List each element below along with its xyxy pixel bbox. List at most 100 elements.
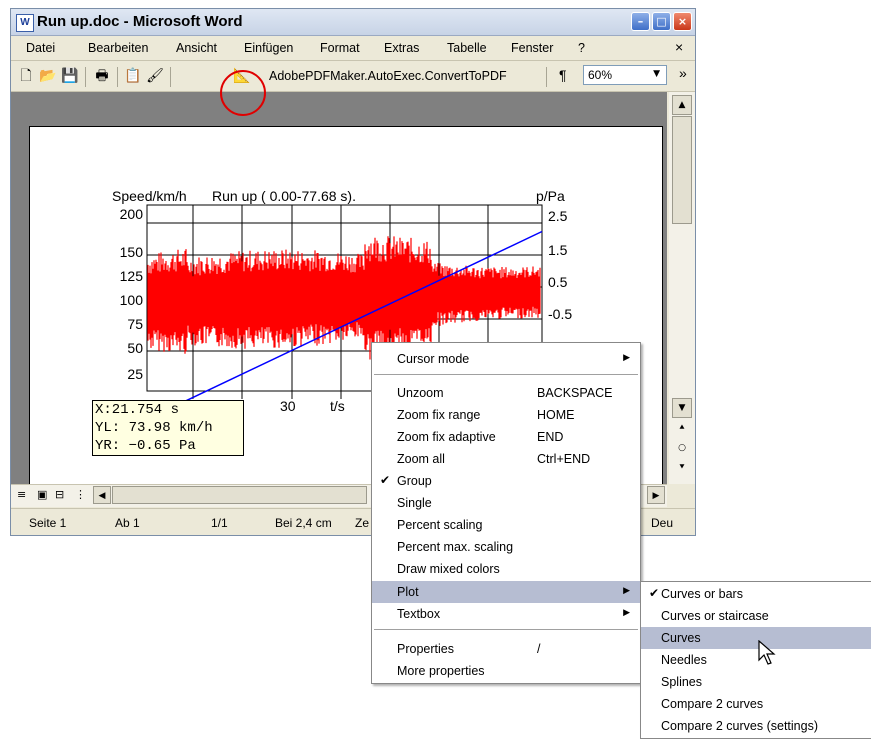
menu-item-label: Group (397, 474, 432, 488)
left-tick-label: 150 (120, 244, 144, 260)
web-view-icon[interactable]: ▣ (37, 488, 47, 501)
left-tick-label: 50 (127, 340, 143, 356)
highlight-circle (220, 70, 266, 116)
browse-object-button[interactable]: ○ (672, 439, 692, 459)
menu-item-plot[interactable]: Plot ▶ (372, 581, 640, 603)
toolbar-overflow-button[interactable]: » (679, 65, 687, 81)
print-view-icon[interactable]: ⊟ (55, 488, 64, 501)
menu-item-label: Zoom fix range (397, 408, 481, 422)
menu-einfuegen[interactable]: Einfügen (244, 41, 293, 55)
menu-item-zoom-fix-adaptive[interactable]: Zoom fix adaptive END (372, 426, 640, 448)
chart-title: Run up ( 0.00-77.68 s). (212, 188, 356, 204)
menu-help[interactable]: ? (578, 41, 585, 55)
checkmark-icon: ✔ (380, 473, 391, 487)
menu-item-zoom-fix-range[interactable]: Zoom fix range HOME (372, 404, 640, 426)
menu-separator (374, 629, 638, 630)
menu-tabelle[interactable]: Tabelle (447, 41, 487, 55)
status-language: Deu (651, 516, 674, 530)
left-tick-label: 200 (120, 206, 144, 222)
macro-button[interactable]: AdobePDFMaker.AutoExec.ConvertToPDF (269, 69, 507, 83)
checkmark-icon: ✔ (649, 586, 660, 600)
toolbar-separator (170, 67, 171, 87)
submenu-item-label: Curves or bars (661, 587, 743, 601)
toolbar-separator (117, 67, 118, 87)
new-document-icon[interactable]: 🗋 (17, 67, 35, 85)
menu-item-label: Zoom all (397, 452, 445, 466)
menu-item-label: Zoom fix adaptive (397, 430, 496, 444)
menu-item-properties[interactable]: Properties / (372, 638, 640, 660)
menu-ansicht[interactable]: Ansicht (176, 41, 217, 55)
print-icon[interactable]: 🖶 (93, 67, 111, 85)
format-painter-icon[interactable]: 🖌 (146, 67, 164, 85)
left-tick-label: 25 (127, 366, 143, 382)
submenu-item-curves[interactable]: Curves (641, 627, 871, 649)
open-folder-icon[interactable]: 📂 (39, 67, 57, 85)
status-section: Ab 1 (115, 516, 140, 530)
submenu-item-curves-or-staircase[interactable]: Curves or staircase (641, 605, 871, 627)
menu-item-zoom-all[interactable]: Zoom all Ctrl+END (372, 448, 640, 470)
zoom-select[interactable]: 60% ▼ (583, 65, 667, 85)
zoom-value: 60% (588, 68, 613, 82)
menu-extras[interactable]: Extras (384, 41, 419, 55)
menu-item-draw-mixed-colors[interactable]: Draw mixed colors (372, 558, 640, 580)
menu-item-shortcut: HOME (537, 408, 575, 422)
vertical-scrollbar[interactable]: ▲ ▼ ⯅ ○ ⯆ (669, 92, 695, 484)
context-menu: Cursor mode ▶ Unzoom BACKSPACE Zoom fix rang… (371, 342, 641, 684)
menu-bearbeiten[interactable]: Bearbeiten (88, 41, 148, 55)
menu-item-label: Textbox (397, 607, 441, 621)
toolbar-separator (85, 67, 86, 87)
scroll-down-button[interactable]: ▼ (672, 398, 692, 418)
menu-item-percent-scaling[interactable]: Percent scaling (372, 514, 640, 536)
right-tick-label: 0.5 (548, 274, 568, 290)
left-tick-label: 100 (120, 292, 144, 308)
outline-view-icon[interactable]: ⋮ (75, 488, 86, 501)
menu-item-cursor-mode[interactable]: Cursor mode ▶ (372, 348, 640, 370)
right-tick-label: 1.5 (548, 242, 568, 258)
readout-yl: YL: 73.98 km/h (95, 420, 213, 436)
status-page: Seite 1 (29, 516, 67, 530)
hscroll-thumb[interactable] (112, 486, 367, 504)
submenu-item-compare-2-curves-settings[interactable]: Compare 2 curves (settings) (641, 715, 871, 737)
title-bar[interactable]: W Run up.doc - Microsoft Word – □ × (11, 9, 695, 36)
x-tick-label: 30 (280, 398, 296, 414)
menu-item-more-properties[interactable]: More properties (372, 660, 640, 682)
menu-item-unzoom[interactable]: Unzoom BACKSPACE (372, 382, 640, 404)
menu-fenster[interactable]: Fenster (511, 41, 553, 55)
menu-item-percent-max-scaling[interactable]: Percent max. scaling (372, 536, 640, 558)
menu-item-group[interactable]: ✔ Group (372, 470, 640, 492)
chart-ylabel-right: p/Pa (536, 188, 565, 204)
scroll-right-button[interactable]: ▶ (647, 486, 665, 504)
menu-item-label: Cursor mode (397, 352, 470, 366)
maximize-button[interactable]: □ (652, 12, 671, 31)
readout-yr: YR: −0.65 Pa (95, 438, 196, 454)
menu-datei[interactable]: Datei (26, 41, 55, 55)
save-icon[interactable]: 💾 (61, 67, 79, 85)
right-tick-label: 2.5 (548, 208, 568, 224)
word-icon: W (16, 14, 34, 32)
scroll-left-button[interactable]: ◀ (93, 486, 111, 504)
menu-item-single[interactable]: Single (372, 492, 640, 514)
submenu-arrow-icon: ▶ (623, 608, 630, 618)
close-document-button[interactable]: × (675, 39, 683, 55)
next-page-button[interactable]: ⯆ (672, 459, 692, 479)
normal-view-icon[interactable]: ≡ (17, 488, 26, 501)
submenu-item-needles[interactable]: Needles (641, 649, 871, 671)
submenu-item-compare-2-curves[interactable]: Compare 2 curves (641, 693, 871, 715)
show-formatting-button[interactable]: ¶ (559, 67, 567, 83)
left-tick-label: 125 (120, 268, 144, 284)
scroll-thumb[interactable] (672, 116, 692, 224)
cursor-readout: X:21.754 s YL: 73.98 km/h YR: −0.65 Pa (92, 400, 244, 456)
submenu-item-curves-or-bars[interactable]: ✔ Curves or bars (641, 583, 871, 605)
paste-icon[interactable]: 📋 (124, 67, 142, 85)
scroll-up-button[interactable]: ▲ (672, 95, 692, 115)
submenu-item-splines[interactable]: Splines (641, 671, 871, 693)
menu-format[interactable]: Format (320, 41, 360, 55)
submenu-item-label: Compare 2 curves (661, 697, 764, 711)
minimize-button[interactable]: – (631, 12, 650, 31)
submenu-arrow-icon: ▶ (623, 586, 630, 596)
previous-page-button[interactable]: ⯅ (672, 419, 692, 439)
chevron-down-icon: ▼ (653, 69, 660, 79)
menu-item-textbox[interactable]: Textbox ▶ (372, 603, 640, 625)
menu-item-label: Unzoom (397, 386, 444, 400)
close-button[interactable]: × (673, 12, 692, 31)
